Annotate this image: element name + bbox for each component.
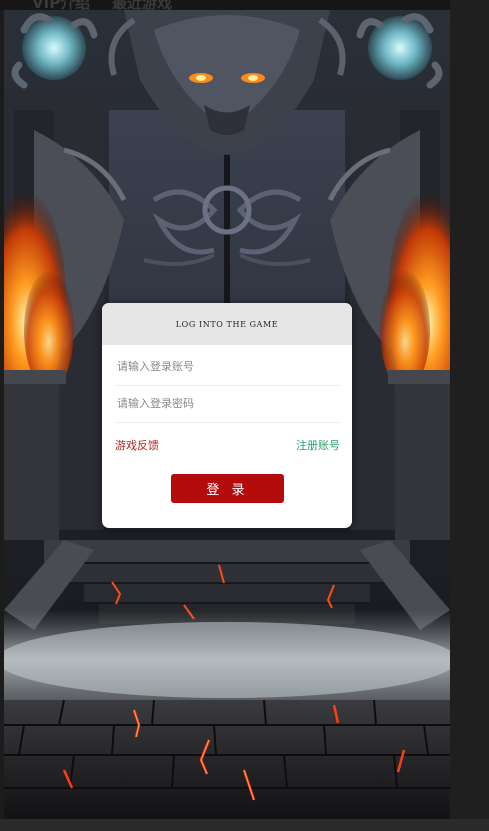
account-field[interactable] — [115, 348, 343, 386]
login-header: LOG INTO THE GAME — [102, 303, 352, 345]
bottom-strip — [0, 819, 489, 831]
login-button[interactable]: 登 录 — [171, 474, 284, 503]
login-title: LOG INTO THE GAME — [175, 319, 279, 329]
tab-recent-games[interactable]: 最近游戏 — [112, 0, 172, 10]
password-input[interactable] — [115, 385, 343, 422]
right-scroll-strip — [450, 0, 489, 831]
browser-top-bar: VIP介绍 最近游戏 — [0, 0, 489, 10]
tab-vip-intro[interactable]: VIP介绍 — [32, 0, 90, 10]
password-field[interactable] — [115, 385, 343, 423]
login-dialog: LOG INTO THE GAME 游戏反馈 注册账号 登 录 — [102, 303, 352, 528]
account-input[interactable] — [115, 348, 343, 385]
game-feedback-link[interactable]: 游戏反馈 — [115, 437, 159, 453]
register-account-link[interactable]: 注册账号 — [296, 437, 340, 453]
